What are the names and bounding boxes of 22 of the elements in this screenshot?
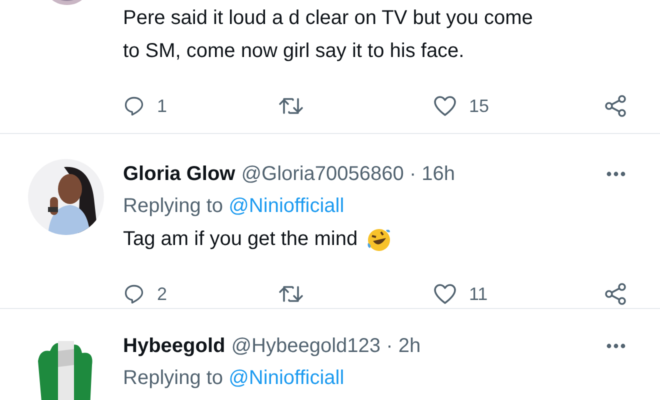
heart-icon[interactable] bbox=[433, 95, 457, 117]
reply-icon[interactable] bbox=[123, 95, 145, 117]
reply-count: 2 bbox=[157, 284, 168, 304]
heart-icon[interactable] bbox=[433, 283, 457, 305]
more-icon[interactable] bbox=[606, 343, 626, 349]
more-icon[interactable] bbox=[606, 171, 626, 177]
tweet-text: Pere said it loud a d clear on TV but you come to SM, come now girl say it to his face. bbox=[123, 7, 533, 62]
reply-count: 1 bbox=[157, 96, 168, 116]
user-name[interactable]: Hybeegold bbox=[123, 331, 226, 361]
like-count: 11 bbox=[469, 284, 488, 304]
user-name[interactable]: Gloria Glow bbox=[123, 159, 236, 189]
handle-and-time: @Hybeegold123 · 2h bbox=[231, 334, 422, 359]
like-count: 15 bbox=[469, 96, 490, 116]
replying-label: Replying to bbox=[123, 367, 224, 389]
retweet-icon[interactable] bbox=[278, 283, 304, 305]
replying-label: Replying to bbox=[123, 195, 224, 217]
reply-icon[interactable] bbox=[123, 283, 145, 305]
share-icon[interactable] bbox=[604, 282, 628, 306]
handle-and-time: @Gloria70056860 · 16h bbox=[241, 162, 456, 187]
share-icon[interactable] bbox=[604, 94, 628, 118]
tweet-text: Tag am if you get the mind bbox=[123, 227, 358, 252]
retweet-icon[interactable] bbox=[278, 95, 304, 117]
